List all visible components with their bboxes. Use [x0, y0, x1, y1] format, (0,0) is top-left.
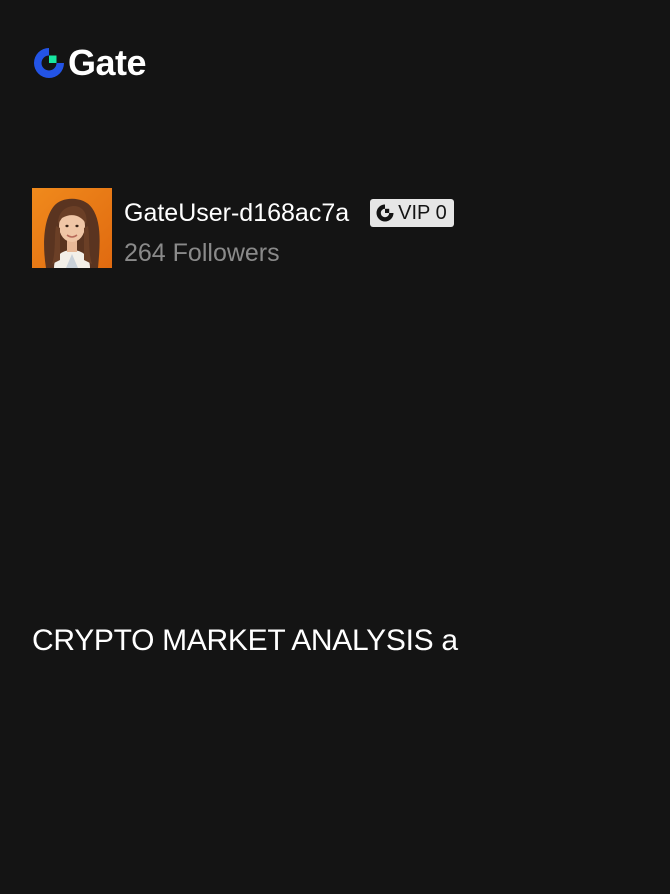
gate-logo-text: Gate: [68, 42, 147, 83]
avatar-image: [32, 188, 112, 268]
gate-logo-icon: [376, 204, 394, 222]
user-avatar[interactable]: [32, 188, 112, 268]
post-title[interactable]: CRYPTO MARKET ANALYSIS a: [32, 622, 458, 660]
vip-badge: VIP 0: [370, 199, 454, 227]
gate-logo-icon: [34, 48, 64, 78]
name-row: GateUser-d168ac7a VIP 0: [124, 196, 454, 230]
username[interactable]: GateUser-d168ac7a: [124, 196, 349, 230]
gate-logo[interactable]: Gate: [32, 42, 147, 83]
user-profile-card[interactable]: GateUser-d168ac7a VIP 0 264 Followers: [32, 188, 454, 268]
followers-count[interactable]: 264 Followers: [124, 238, 454, 268]
vip-label: VIP 0: [398, 202, 447, 224]
profile-info: GateUser-d168ac7a VIP 0 264 Followers: [124, 188, 454, 268]
